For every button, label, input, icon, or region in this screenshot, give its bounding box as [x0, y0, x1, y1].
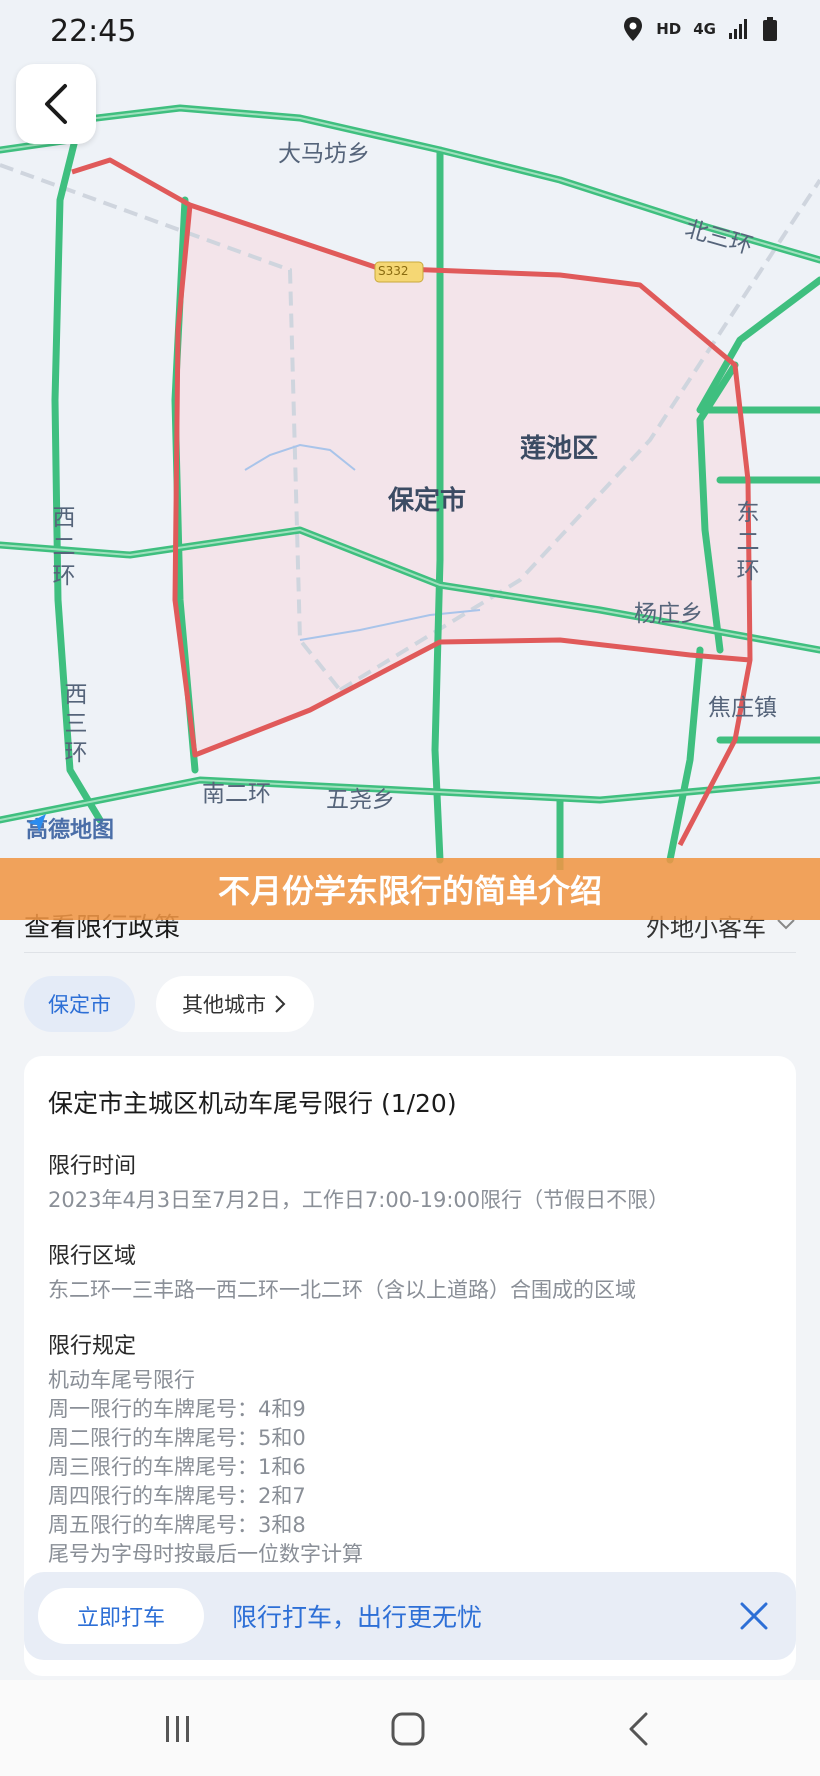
time-text: 2023年4月3日至7月2日，工作日7:00-19:00限行（节假日不限）	[48, 1188, 670, 1212]
rule-list: 机动车尾号限行 周一限行的车牌尾号：4和9 周二限行的车牌尾号：5和0 周三限行…	[48, 1366, 363, 1569]
label-wuyao: 五尧乡	[326, 787, 395, 813]
rule-item: 周二限行的车牌尾号：5和0	[48, 1426, 306, 1450]
chevron-right-icon	[275, 995, 286, 1013]
system-nav-bar	[0, 1680, 820, 1776]
label-lianchi: 莲池区	[520, 434, 599, 464]
rule-item: 周四限行的车牌尾号：2和7	[48, 1484, 306, 1508]
map-view[interactable]: 大马坊乡 北三环 莲池区 保定市 西二环 东二环 杨庄乡 西三环 焦庄镇 南二环…	[0, 0, 820, 870]
chevron-down-icon	[777, 919, 795, 930]
close-icon[interactable]	[732, 1594, 776, 1638]
label-dongerhuan: 东二环	[732, 500, 758, 587]
time-heading: 限行时间	[48, 1154, 137, 1179]
map-canvas	[0, 104, 820, 870]
recent-apps-icon	[166, 1716, 189, 1742]
status-time: 22:45	[50, 14, 137, 49]
road-shield-label: S332	[378, 264, 409, 278]
status-icons: HD 4G	[622, 16, 778, 42]
label-jiaozhuang: 焦庄镇	[708, 695, 777, 721]
rule-item: 机动车尾号限行	[48, 1368, 195, 1392]
banner-text: 不月份学东限行的简单介绍	[217, 872, 602, 910]
signal-icon	[729, 19, 747, 39]
recent-apps-button[interactable]	[148, 1704, 208, 1754]
home-icon	[391, 1712, 425, 1746]
label-xierhuan: 西二环	[48, 505, 74, 592]
hd-label: HD	[656, 20, 682, 38]
back-button[interactable]	[16, 64, 96, 144]
policy-panel: 查看限行政策 外地小客车 保定市 其他城市 保定市主城区机动车尾号限行 (1/2…	[0, 870, 820, 1680]
rule-item: 周一限行的车牌尾号：4和9	[48, 1397, 306, 1421]
ride-promo-bar: 立即打车 限行打车，出行更无忧	[24, 1572, 796, 1660]
tab-baoding[interactable]: 保定市	[24, 976, 135, 1032]
battery-icon	[763, 17, 777, 41]
tab-other-cities-label: 其他城市	[182, 993, 266, 1017]
label-xisanhuan: 西三环	[60, 682, 86, 769]
chevron-left-icon	[45, 84, 67, 124]
area-text: 东二环一三丰路一西二环一北二环（含以上道路）合围成的区域	[48, 1278, 636, 1302]
back-icon	[629, 1712, 648, 1746]
promo-text: 限行打车，出行更无忧	[232, 1603, 483, 1632]
home-button[interactable]	[378, 1704, 438, 1754]
label-yangzhuang: 杨庄乡	[634, 601, 703, 627]
rule-item: 周三限行的车牌尾号：1和6	[48, 1455, 306, 1479]
title-banner: 不月份学东限行的简单介绍	[0, 858, 820, 920]
nav-back-button[interactable]	[608, 1704, 668, 1754]
amap-logo: 高德地图	[26, 812, 114, 844]
rule-item: 周五限行的车牌尾号：3和8	[48, 1513, 306, 1537]
status-bar: 22:45 HD 4G	[0, 0, 820, 64]
rule-heading: 限行规定	[48, 1334, 137, 1359]
label-nanerhuan: 南二环	[202, 781, 271, 807]
amap-logo-icon	[28, 814, 46, 832]
book-ride-button[interactable]: 立即打车	[38, 1588, 204, 1644]
divider	[24, 952, 796, 953]
tab-other-cities[interactable]: 其他城市	[156, 976, 314, 1032]
card-title: 保定市主城区机动车尾号限行 (1/20)	[48, 1089, 457, 1118]
label-baoding: 保定市	[388, 486, 467, 516]
network-label: 4G	[693, 20, 716, 38]
area-heading: 限行区域	[48, 1244, 137, 1269]
rule-item: 尾号为字母时按最后一位数字计算	[48, 1542, 363, 1566]
label-damafang: 大马坊乡	[278, 141, 370, 167]
location-icon	[624, 17, 643, 41]
